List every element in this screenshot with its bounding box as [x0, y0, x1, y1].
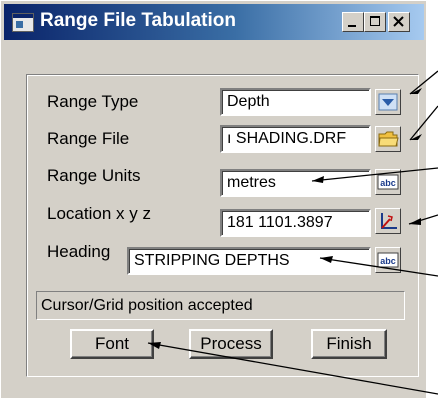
callout-arrow-font — [147, 342, 438, 395]
arrowhead-font — [148, 342, 161, 349]
arrowhead-range-units — [312, 176, 324, 183]
callout-arrow-range-type — [409, 70, 438, 95]
arrowhead-heading — [320, 256, 333, 263]
callout-arrow-heading — [319, 257, 438, 277]
arrowhead-location — [409, 218, 421, 225]
callout-arrows — [147, 70, 438, 395]
callout-arrow-range-file — [409, 105, 438, 141]
callout-arrow-range-units — [311, 167, 438, 182]
